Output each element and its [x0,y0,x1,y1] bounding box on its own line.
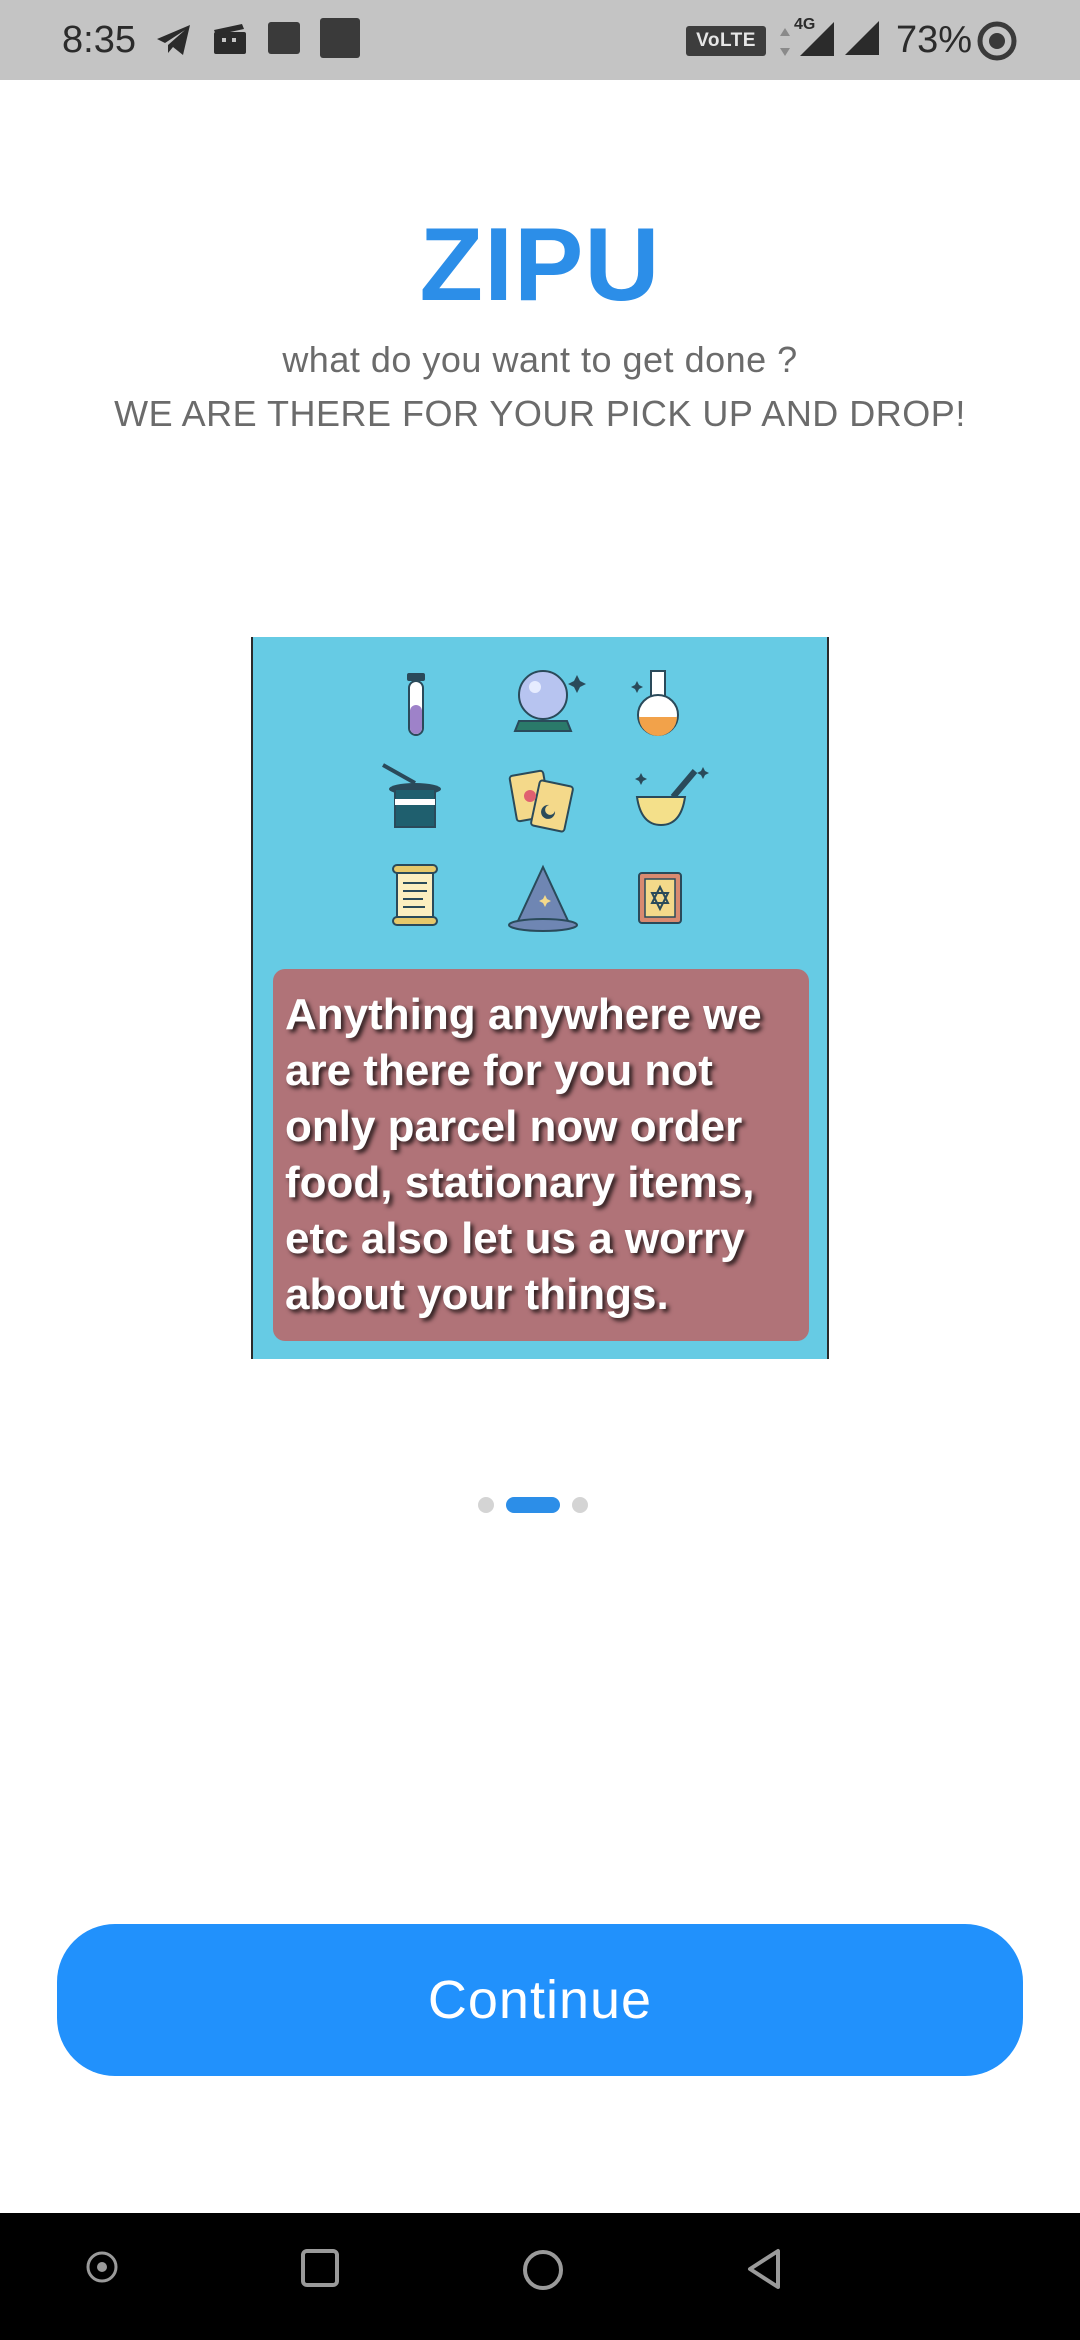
home-icon [523,2250,563,2290]
network-type-label: 4G [794,16,816,33]
back-button[interactable] [714,2213,814,2340]
flask-icon [631,670,679,736]
assistant-icon [86,2251,118,2283]
status-time: 8:35 [62,19,136,61]
slide-caption-box: Anything anywhere we are there for you n… [273,969,809,1341]
app-title: ZIPU [419,207,661,323]
home-button[interactable] [490,2213,590,2340]
slide-illustration [382,670,709,932]
pager-dot[interactable] [572,1497,588,1513]
spell-book-icon [638,872,682,924]
carousel-pager [476,1497,606,1513]
notification-square-icon [320,18,360,58]
assistant-button[interactable] [52,2213,152,2340]
test-tube-icon [407,673,425,736]
volte-badge: VoLTE [686,26,766,56]
crystal-ball-icon [513,670,586,732]
navigation-bar [0,2213,1080,2340]
recents-button[interactable] [269,2213,369,2340]
pager-dot-active[interactable] [506,1497,560,1513]
tagline-statement: WE ARE THERE FOR YOUR PICK UP AND DROP! [114,393,966,434]
pager-dot[interactable] [478,1497,494,1513]
continue-button[interactable]: Continue [57,1924,1023,2076]
status-bar: 8:35 VoLTE 4G 73% [0,0,1080,80]
signal-icon [845,21,879,55]
battery-ring-icon [977,21,1017,61]
back-icon [748,2249,780,2289]
carousel-slide[interactable]: Anything anywhere we are there for you n… [251,637,829,1359]
tagline-question: what do you want to get done ? [282,339,798,380]
magic-hat-icon [382,763,441,828]
mortar-pestle-icon [635,767,709,827]
wizard-hat-icon [508,864,578,932]
recents-icon [301,2249,339,2287]
battery-percent: 73% [896,19,973,61]
notification-square-icon [268,22,300,54]
onboarding-screen: 8:35 VoLTE 4G 73% ZIPU what do you want … [0,0,1080,2340]
data-arrows-icon [780,28,790,56]
slide-caption: Anything anywhere we are there for you n… [285,990,762,1319]
telegram-icon [157,25,190,55]
scroll-icon [392,864,438,926]
tarot-cards-icon [508,769,574,833]
clapperboard-icon [214,24,246,54]
